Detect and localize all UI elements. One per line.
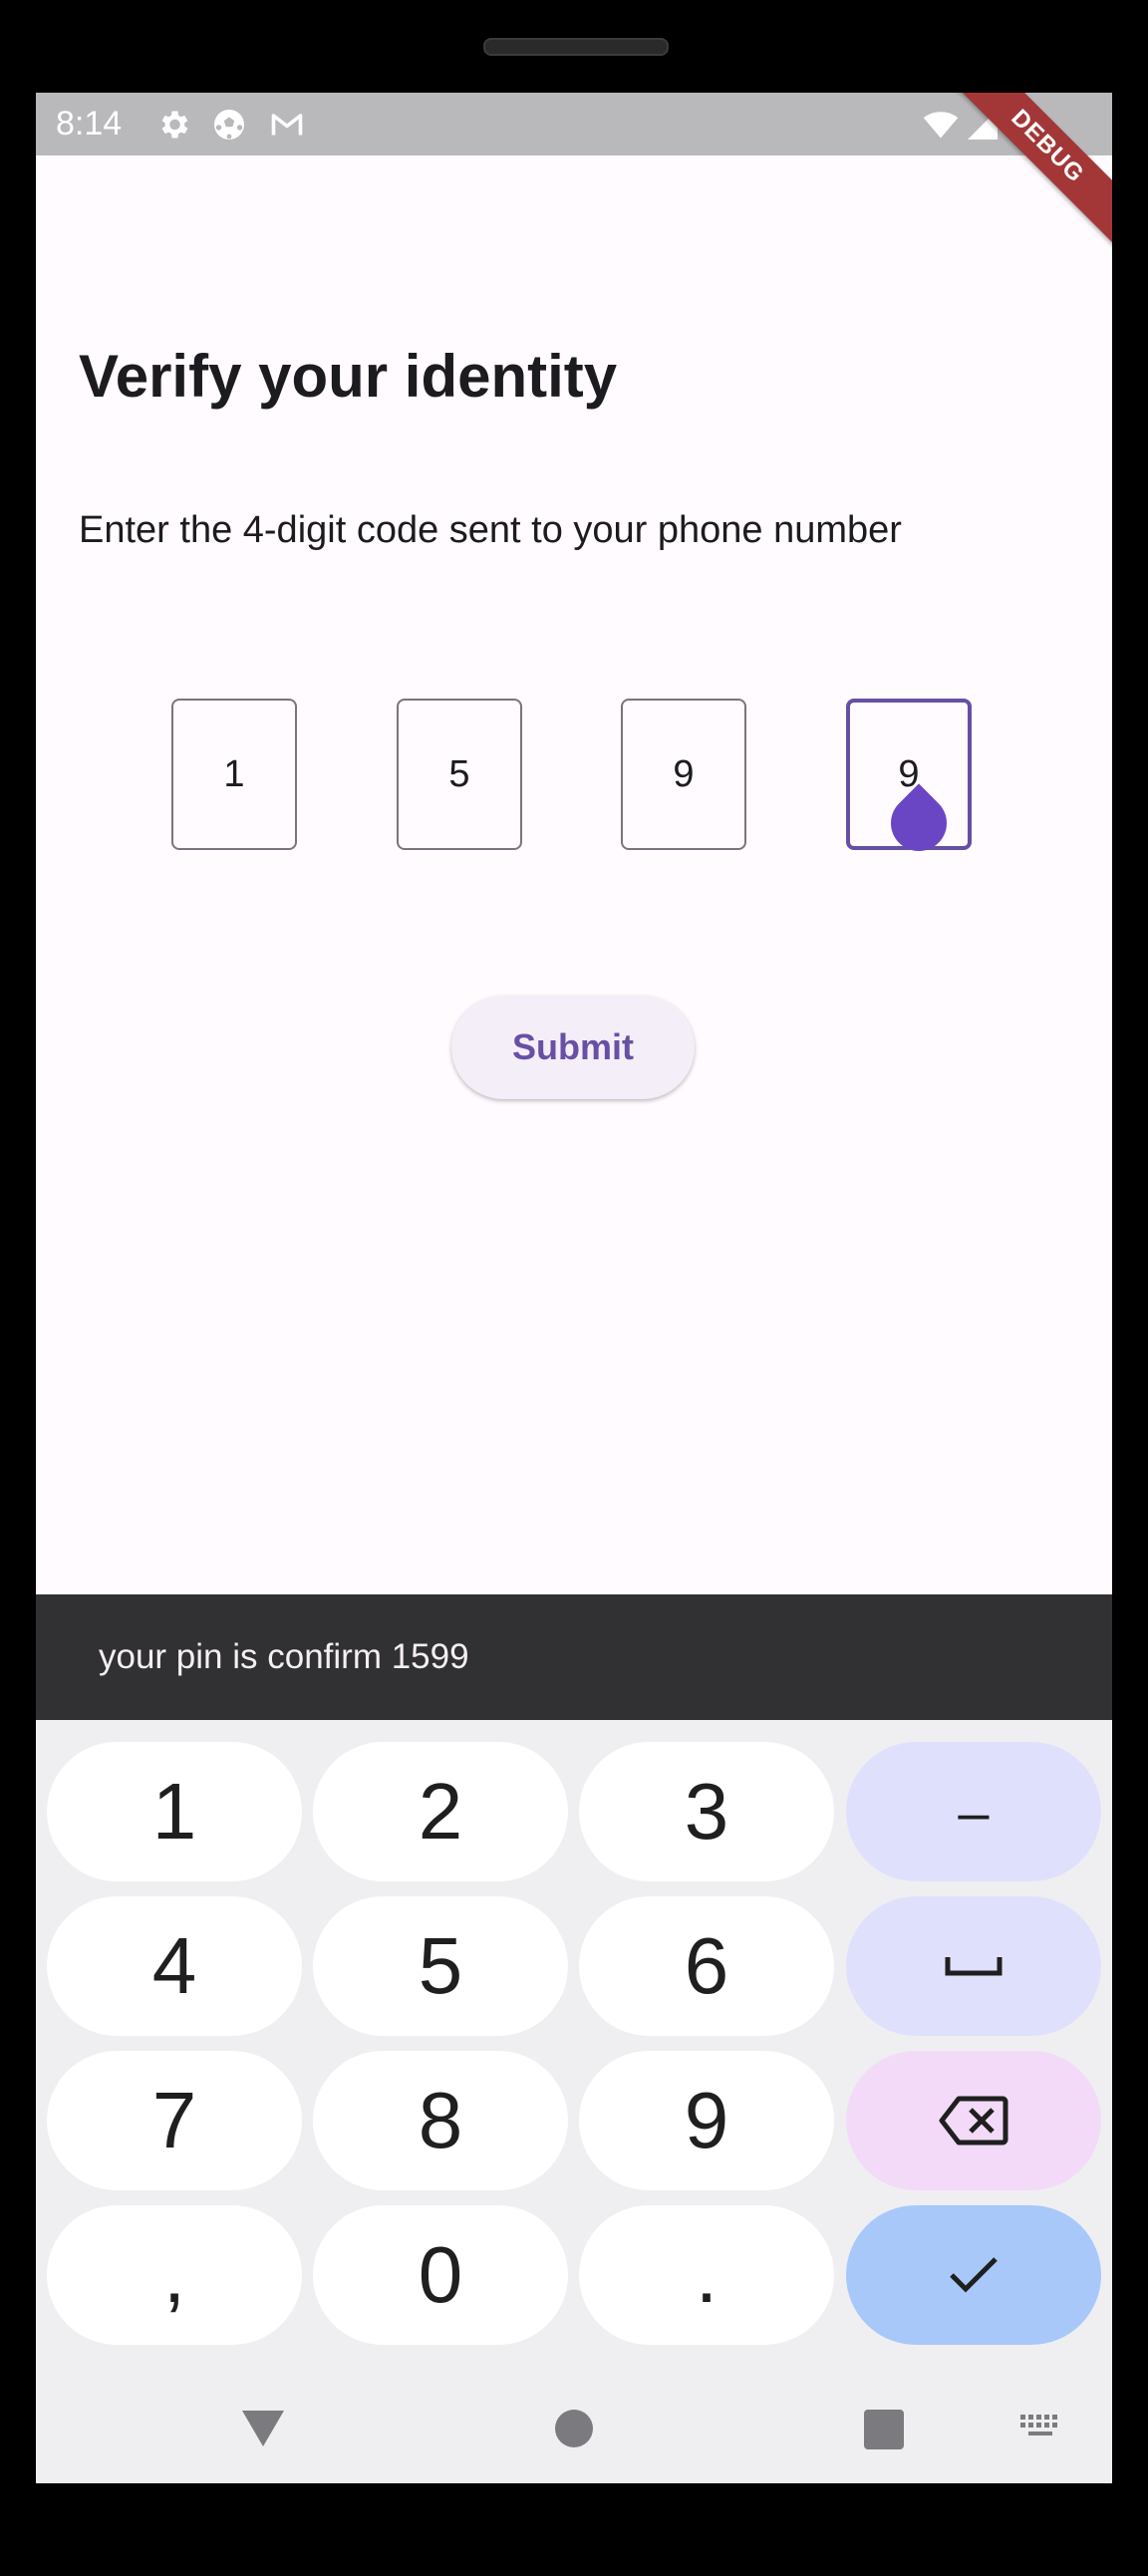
key-dash[interactable]: – (846, 1742, 1101, 1881)
debug-banner: DEBUG (936, 93, 1112, 258)
home-icon[interactable] (554, 2409, 594, 2448)
key-2[interactable]: 2 (313, 1742, 568, 1881)
pin-digit-value: 9 (673, 752, 695, 795)
space-icon (945, 1957, 1003, 1976)
numeric-keyboard: 1 2 3 – 4 5 6 7 8 9 , 0 . (36, 1720, 1112, 2483)
page-title: Verify your identity (79, 343, 618, 410)
status-bar: 8:14 DEBUG (36, 93, 1112, 258)
snackbar: your pin is confirm 1599 (36, 1594, 1112, 1720)
recents-icon[interactable] (863, 2409, 905, 2450)
back-icon[interactable] (240, 2409, 286, 2448)
key-done[interactable] (846, 2205, 1101, 2345)
gmail-icon (271, 114, 303, 136)
pin-digit-value: 1 (223, 752, 245, 795)
key-space[interactable] (846, 1896, 1101, 2036)
pin-digit-1[interactable]: 1 (171, 699, 297, 850)
backspace-icon (939, 2096, 1008, 2146)
system-nav-bar (36, 2377, 1112, 2483)
key-backspace[interactable] (846, 2051, 1101, 2190)
submit-button[interactable]: Submit (451, 996, 695, 1099)
pin-digit-3[interactable]: 9 (621, 699, 746, 850)
wifi-icon (923, 112, 959, 139)
page-subtitle: Enter the 4-digit code sent to your phon… (79, 509, 902, 551)
keyboard-switch-icon[interactable] (1018, 2413, 1062, 2440)
key-1[interactable]: 1 (47, 1742, 302, 1881)
earpiece-speaker (483, 38, 669, 56)
key-8[interactable]: 8 (313, 2051, 568, 2190)
key-7[interactable]: 7 (47, 2051, 302, 2190)
settings-icon (161, 111, 188, 139)
pin-digit-2[interactable]: 5 (397, 699, 522, 850)
key-comma[interactable]: , (47, 2205, 302, 2345)
key-3[interactable]: 3 (579, 1742, 834, 1881)
phone-screen: 8:14 DEBUG Verify your identity Enter th… (36, 93, 1112, 2483)
status-time: 8:14 (56, 105, 123, 143)
soccer-ball-icon (214, 110, 244, 140)
key-4[interactable]: 4 (47, 1896, 302, 2036)
pin-digit-value: 5 (448, 752, 470, 795)
key-6[interactable]: 6 (579, 1896, 834, 2036)
key-5[interactable]: 5 (313, 1896, 568, 2036)
snackbar-message: your pin is confirm 1599 (99, 1637, 469, 1676)
key-0[interactable]: 0 (313, 2205, 568, 2345)
key-9[interactable]: 9 (579, 2051, 834, 2190)
device-frame: 8:14 DEBUG Verify your identity Enter th… (0, 0, 1148, 2576)
check-icon (950, 2257, 998, 2293)
key-period[interactable]: . (579, 2205, 834, 2345)
